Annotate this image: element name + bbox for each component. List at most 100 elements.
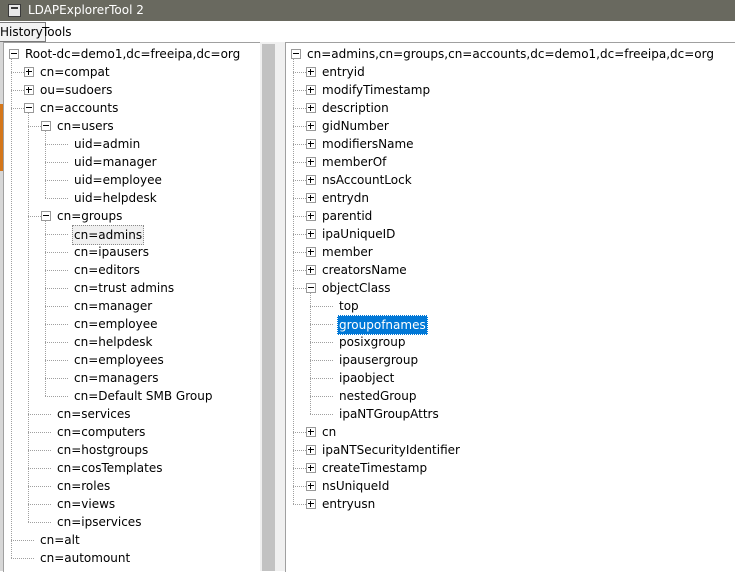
expand-toggle-icon[interactable]: [306, 85, 316, 95]
tree-node[interactable]: cn=editors: [4, 261, 261, 279]
tree-node-label[interactable]: memberOf: [320, 153, 388, 171]
expand-toggle-icon[interactable]: [306, 427, 316, 437]
expand-toggle-icon[interactable]: [306, 265, 316, 275]
tree-node-label[interactable]: modifiersName: [320, 135, 416, 153]
tree-node[interactable]: ipaobject: [286, 369, 735, 387]
tree-node[interactable]: cn=manager: [4, 297, 261, 315]
tree-node-label[interactable]: groupofnames: [337, 315, 428, 335]
tree-node-label[interactable]: cn=computers: [55, 423, 147, 441]
pane-splitter[interactable]: [277, 42, 285, 571]
tree-node[interactable]: description: [286, 99, 735, 117]
tree-node-label[interactable]: top: [337, 297, 361, 315]
tree-node[interactable]: parentid: [286, 207, 735, 225]
tree-node[interactable]: cn=views: [4, 495, 261, 513]
tree-node[interactable]: ipaNTGroupAttrs: [286, 405, 735, 423]
tree-node-label[interactable]: ipaNTGroupAttrs: [337, 405, 441, 423]
tree-vertical-scrollbar[interactable]: [260, 42, 277, 571]
tree-node[interactable]: member: [286, 243, 735, 261]
expand-toggle-icon[interactable]: [306, 175, 316, 185]
tree-node-label[interactable]: cn=employee: [72, 315, 160, 333]
tree-node-label[interactable]: entryusn: [320, 495, 377, 513]
tree-node-label[interactable]: cn=views: [55, 495, 117, 513]
tree-node-label[interactable]: cn=employees: [72, 351, 166, 369]
tree-node-label[interactable]: uid=helpdesk: [72, 189, 159, 207]
tree-node[interactable]: cn=ipservices: [4, 513, 261, 531]
tree-node-label[interactable]: cn=ipservices: [55, 513, 143, 531]
tree-node[interactable]: cn=cosTemplates: [4, 459, 261, 477]
expand-toggle-icon[interactable]: [24, 85, 34, 95]
tree-node-label[interactable]: ipaNTSecurityIdentifier: [320, 441, 462, 459]
tree-node-label[interactable]: cn=manager: [72, 297, 154, 315]
tree-node[interactable]: cn=employees: [4, 351, 261, 369]
tree-node[interactable]: uid=employee: [4, 171, 261, 189]
expand-toggle-icon[interactable]: [306, 445, 316, 455]
tree-node-label[interactable]: entrydn: [320, 189, 371, 207]
tree-node-label[interactable]: cn=alt: [38, 531, 82, 549]
tree-node[interactable]: gidNumber: [286, 117, 735, 135]
tree-node[interactable]: cn=Default SMB Group: [4, 387, 261, 405]
tree-node[interactable]: modifiersName: [286, 135, 735, 153]
tree-node-label[interactable]: objectClass: [320, 279, 393, 297]
collapse-toggle-icon[interactable]: [24, 103, 34, 113]
expand-toggle-icon[interactable]: [306, 463, 316, 473]
tree-node[interactable]: uid=helpdesk: [4, 189, 261, 207]
tree-node[interactable]: ipaNTSecurityIdentifier: [286, 441, 735, 459]
tree-node-label[interactable]: createTimestamp: [320, 459, 429, 477]
expand-toggle-icon[interactable]: [306, 121, 316, 131]
tree-node[interactable]: cn=computers: [4, 423, 261, 441]
tree-node[interactable]: top: [286, 297, 735, 315]
tree-node-label[interactable]: cn=trust admins: [72, 279, 176, 297]
tree-node[interactable]: groupofnames: [286, 315, 735, 335]
tree-node[interactable]: nsAccountLock: [286, 171, 735, 189]
tree-node[interactable]: cn=employee: [4, 315, 261, 333]
tree-node-label[interactable]: cn: [320, 423, 338, 441]
tree-node-label[interactable]: gidNumber: [320, 117, 391, 135]
expand-toggle-icon[interactable]: [306, 247, 316, 257]
tree-node-label[interactable]: cn=helpdesk: [72, 333, 154, 351]
tree-node[interactable]: cn=admins: [4, 225, 261, 245]
tree-node[interactable]: cn=accounts: [4, 99, 261, 117]
collapse-toggle-icon[interactable]: [306, 283, 316, 293]
tree-node[interactable]: cn=trust admins: [4, 279, 261, 297]
tree-node-label[interactable]: entryid: [320, 63, 367, 81]
tree-node-label[interactable]: nsAccountLock: [320, 171, 414, 189]
tree-node[interactable]: cn=hostgroups: [4, 441, 261, 459]
tree-node-label[interactable]: uid=employee: [72, 171, 164, 189]
tree-node-label[interactable]: cn=Default SMB Group: [72, 387, 214, 405]
tree-root-label[interactable]: Root-dc=demo1,dc=freeipa,dc=org: [23, 45, 242, 63]
tree-node-label[interactable]: cn=accounts: [38, 99, 120, 117]
expand-toggle-icon[interactable]: [306, 139, 316, 149]
tree-node-label[interactable]: cn=services: [55, 405, 133, 423]
tree-node-label[interactable]: cn=ipausers: [72, 243, 151, 261]
tree-node-label[interactable]: nsUniqueId: [320, 477, 391, 495]
expand-toggle-icon[interactable]: [306, 157, 316, 167]
expand-toggle-icon[interactable]: [306, 481, 316, 491]
tree-node[interactable]: cn=managers: [4, 369, 261, 387]
tree-node[interactable]: cn=roles: [4, 477, 261, 495]
scrollbar-thumb[interactable]: [262, 44, 275, 571]
tree-node-label[interactable]: cn=compat: [38, 63, 112, 81]
tree-node[interactable]: ou=sudoers: [4, 81, 261, 99]
attribute-tree-pane[interactable]: cn=admins,cn=groups,cn=accounts,dc=demo1…: [285, 42, 735, 572]
tree-node[interactable]: uid=admin: [4, 135, 261, 153]
expand-toggle-icon[interactable]: [306, 499, 316, 509]
tree-node-label[interactable]: uid=admin: [72, 135, 142, 153]
tree-node[interactable]: nestedGroup: [286, 387, 735, 405]
menu-tools[interactable]: Tools: [42, 24, 72, 40]
tree-node[interactable]: entryid: [286, 63, 735, 81]
tree-node-label[interactable]: cn=cosTemplates: [55, 459, 164, 477]
tree-node-label[interactable]: description: [320, 99, 391, 117]
tree-node[interactable]: objectClass: [286, 279, 735, 297]
directory-tree-pane[interactable]: Root-dc=demo1,dc=freeipa,dc=org cn=compa…: [3, 42, 261, 572]
tree-node[interactable]: cn: [286, 423, 735, 441]
tree-node-label[interactable]: cn=editors: [72, 261, 142, 279]
tree-node-label[interactable]: ipaobject: [337, 369, 396, 387]
tree-node-label[interactable]: modifyTimestamp: [320, 81, 432, 99]
collapse-toggle-icon[interactable]: [41, 211, 51, 221]
tree-node[interactable]: cn=helpdesk: [4, 333, 261, 351]
tree-node-label[interactable]: nestedGroup: [337, 387, 418, 405]
tree-node[interactable]: cn=services: [4, 405, 261, 423]
tree-node[interactable]: memberOf: [286, 153, 735, 171]
expand-toggle-icon[interactable]: [24, 67, 34, 77]
expand-toggle-icon[interactable]: [306, 103, 316, 113]
